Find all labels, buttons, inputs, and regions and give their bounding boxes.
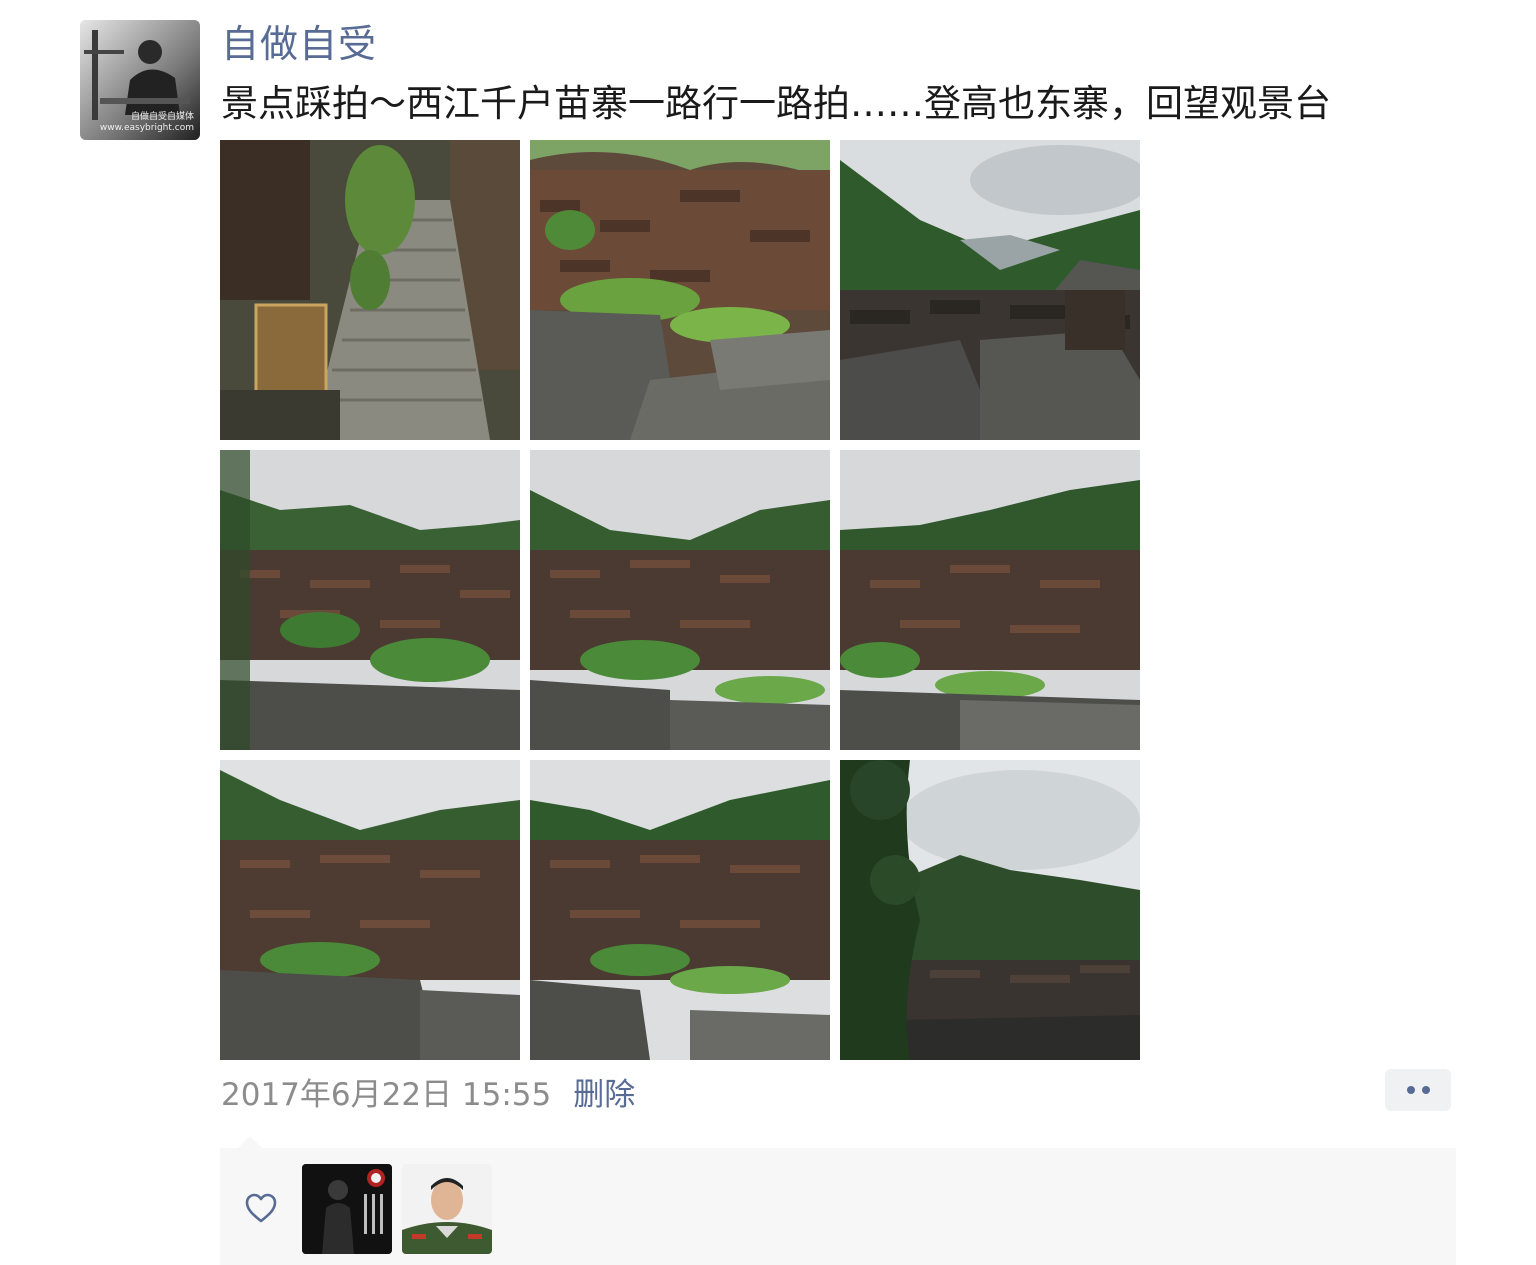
delete-link[interactable]: 删除: [573, 1069, 635, 1114]
more-dots-icon: [1421, 1086, 1430, 1094]
post-meta: 2017年6月22日 15:55 删除: [221, 1066, 635, 1116]
likes-caret: [238, 1136, 262, 1148]
more-button[interactable]: [1385, 1069, 1451, 1111]
village-hillside-photo-3[interactable]: [840, 450, 1140, 750]
stone-stairs-photo[interactable]: [220, 140, 520, 440]
liker-avatar[interactable]: [402, 1164, 492, 1254]
avatar-caption-text: 自做自受自媒体 www.easybright.com: [99, 112, 194, 133]
post-username[interactable]: 自做自受: [221, 18, 377, 70]
avatar-caption: 自做自受自媒体 www.easybright.com: [100, 112, 194, 134]
post-timestamp: 2017年6月22日 15:55: [221, 1076, 552, 1113]
user-avatar[interactable]: 自做自受自媒体 www.easybright.com: [80, 20, 200, 140]
likes-section: [220, 1148, 1456, 1265]
heart-icon: [245, 1193, 277, 1223]
village-hillside-photo-1[interactable]: [220, 450, 520, 750]
village-hillside-photo-2[interactable]: [530, 450, 830, 750]
misty-mountain-photo[interactable]: [840, 760, 1140, 1060]
village-rooftops-photo[interactable]: [530, 140, 830, 440]
village-hillside-photo-5[interactable]: [530, 760, 830, 1060]
post-text: 景点踩拍～西江千户苗寨一路行一路拍……登高也东寨，回望观景台: [221, 82, 1331, 125]
village-hillside-photo-4[interactable]: [220, 760, 520, 1060]
photo-grid: [220, 140, 1140, 1060]
more-dots-icon: [1406, 1086, 1415, 1094]
valley-view-photo[interactable]: [840, 140, 1140, 440]
liker-avatar[interactable]: [302, 1164, 392, 1254]
